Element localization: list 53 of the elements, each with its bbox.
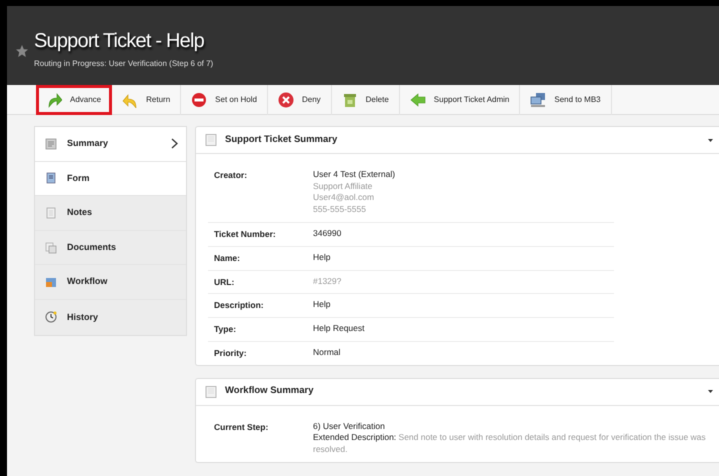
toolbar-button[interactable]: Return — [112, 85, 182, 115]
field-detail: User4@aol.com — [313, 192, 376, 204]
sidebar-item[interactable]: History — [35, 300, 186, 335]
sidebar-item[interactable]: Documents — [35, 230, 186, 266]
panel-title: Support Ticket Summary — [225, 132, 338, 147]
field-value: #1329? — [313, 276, 342, 287]
arrow-icon — [410, 92, 426, 108]
toolbar-button[interactable]: Deny — [268, 85, 332, 115]
arrow-icon — [122, 92, 138, 108]
toolbar-button[interactable]: Send to MB3 — [520, 85, 612, 115]
trash-icon — [342, 92, 358, 108]
workflow-icon — [45, 276, 57, 288]
sidebar-item[interactable]: Summary — [35, 127, 186, 162]
sidebar-item[interactable]: Notes — [35, 196, 186, 231]
form-icon — [45, 172, 57, 184]
field-label: Ticket Number: — [214, 228, 277, 241]
panel-title: Workflow Summary — [225, 384, 314, 398]
field-detail: 555-555-5555 — [313, 204, 367, 215]
notes-icon — [45, 206, 57, 219]
sidebar-item[interactable]: Workflow — [35, 265, 186, 300]
field-label: Creator: — [214, 169, 248, 182]
routing-status: Routing in Progress: User Verification (Step 6 of 7) — [34, 58, 214, 70]
extended-description: Extended Description: Send note to user with resolution details and request for verification the issue was resolved. — [313, 432, 707, 455]
sidebar-item[interactable]: Form — [35, 162, 186, 196]
toolbar-button[interactable]: Set on Hold — [181, 85, 268, 115]
page-title: Support Ticket - Help — [34, 29, 205, 54]
document-icon — [205, 134, 217, 146]
field-label: Current Step: — [214, 420, 270, 434]
close-icon — [278, 92, 294, 108]
field-label: URL: — [214, 276, 236, 288]
field-label: Type: — [214, 323, 238, 336]
arrow-icon — [46, 92, 62, 108]
field-value: Help Request — [313, 323, 365, 334]
no-entry-icon — [191, 92, 208, 108]
field-value: Normal — [313, 346, 340, 358]
field-value: 6) User Verification — [313, 420, 386, 432]
chevron-icon — [171, 138, 178, 150]
documents-icon — [45, 242, 57, 254]
clock-icon — [45, 311, 57, 324]
field-label: Priority: — [214, 346, 248, 360]
field-detail: Support Affiliate — [313, 180, 374, 192]
toolbar-button[interactable]: Advance — [36, 85, 112, 115]
toolbar-button[interactable]: Delete — [332, 85, 400, 115]
computer-icon — [530, 92, 546, 108]
field-label: Description: — [214, 299, 265, 312]
field-value: Help — [313, 299, 330, 311]
document-icon — [205, 386, 217, 398]
toolbar-button[interactable]: Support Ticket Admin — [400, 85, 520, 115]
field-label: Name: — [214, 252, 241, 264]
field-value: Help — [313, 252, 330, 264]
field-value: User 4 Test (External) — [313, 169, 396, 180]
summary-icon — [45, 138, 57, 150]
field-value: 346990 — [313, 228, 342, 240]
